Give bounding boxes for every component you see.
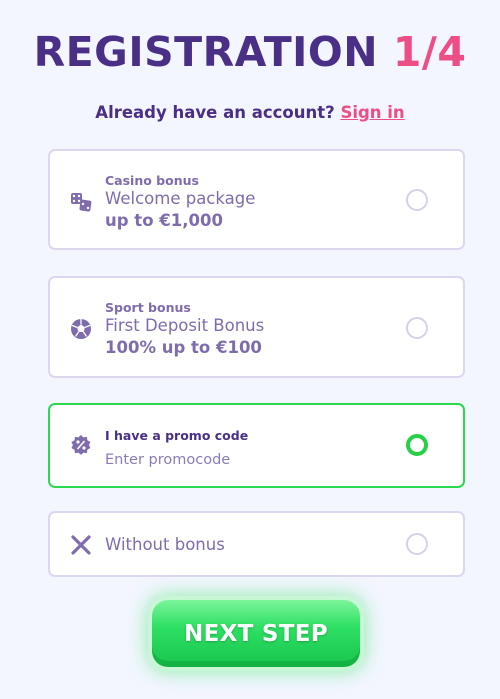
bonus-option-sport[interactable]: Sport bonus First Deposit Bonus 100% up … [48,276,465,378]
option-name: First Deposit Bonus [105,316,265,335]
radio-button[interactable] [406,533,428,555]
title-text: REGISTRATION [33,28,379,76]
radio-button-selected[interactable] [406,434,428,456]
radio-button[interactable] [406,317,428,339]
option-category: Casino bonus [105,173,199,188]
page-title: REGISTRATION 1/4 [0,28,500,76]
signin-prompt: Already have an account? Sign in [0,103,500,122]
next-step-button[interactable]: NEXT STEP [152,600,360,667]
option-name: Without bonus [105,535,225,554]
option-amount: up to €1,000 [105,211,223,230]
step-indicator: 1/4 [392,28,467,76]
signin-link[interactable]: Sign in [340,103,404,122]
percent-badge-icon [70,434,92,456]
bonus-option-none[interactable]: Without bonus [48,511,465,577]
option-name: Welcome package [105,189,256,208]
radio-button[interactable] [406,189,428,211]
bonus-option-casino[interactable]: Casino bonus Welcome package up to €1,00… [48,149,465,250]
soccer-ball-icon [70,318,92,340]
x-icon [70,534,92,556]
promo-code-label: I have a promo code [105,428,249,443]
promo-code-input[interactable] [105,448,385,472]
dice-icon [70,191,92,213]
signin-question: Already have an account? [95,103,335,122]
bonus-option-promo[interactable]: I have a promo code [48,403,465,488]
option-category: Sport bonus [105,300,191,315]
option-amount: 100% up to €100 [105,338,262,357]
